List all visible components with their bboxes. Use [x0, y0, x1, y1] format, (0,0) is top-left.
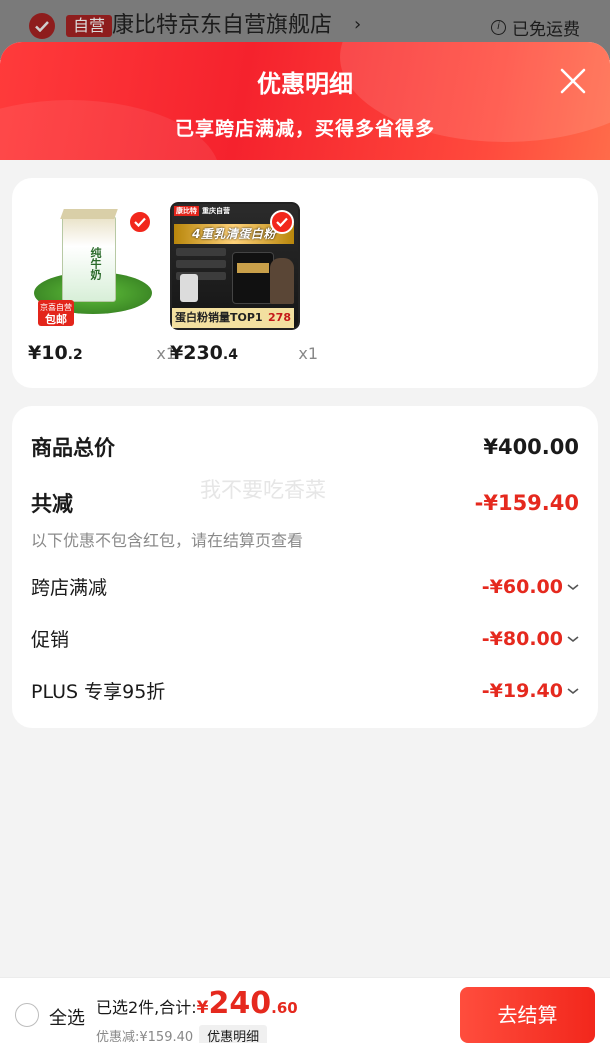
self-operated-badge: 自营	[66, 15, 113, 37]
product-price-row: ¥230.4 x1	[170, 342, 318, 364]
discount-item-value: -¥60.00	[482, 576, 579, 598]
discount-detail-sheet: 优惠明细 已享跨店满减，买得多省得多 纯牛奶 京喜自营 包邮 ¥10.2 x1 …	[0, 42, 610, 1043]
protein-sales-banner: 蛋白粉销量TOP1 278	[172, 308, 294, 328]
discount-item-label: 跨店满减	[31, 577, 108, 599]
jd-tag-line1: 京喜自营	[40, 303, 72, 312]
discount-item-label: PLUS 专享95折	[31, 681, 166, 703]
product-item[interactable]: 康比特 重庆自营 4重乳清蛋白粉 蛋白粉销量TOP1 278 ¥230.4 x1	[170, 202, 318, 364]
product-qty: x1	[298, 344, 318, 363]
product-price: ¥10.2	[28, 342, 83, 364]
product-item[interactable]: 纯牛奶 京喜自营 包邮 ¥10.2 x1	[28, 202, 176, 364]
chevron-down-icon	[567, 687, 579, 694]
discount-amount-text: 优惠减:¥159.40	[96, 1030, 194, 1043]
product-price-row: ¥10.2 x1	[28, 342, 176, 364]
total-price-label: 商品总价	[31, 436, 115, 460]
close-icon[interactable]	[560, 68, 586, 94]
total-price-value: ¥400.00	[483, 435, 579, 459]
products-card: 纯牛奶 京喜自营 包邮 ¥10.2 x1 康比特 重庆自营 4重乳清蛋白粉 蛋白…	[12, 178, 598, 388]
product-price: ¥230.4	[170, 342, 238, 364]
milk-box-label: 纯牛奶	[89, 247, 102, 280]
checkout-button[interactable]: 去结算	[460, 987, 595, 1043]
sheet-header: 优惠明细 已享跨店满减，买得多省得多	[0, 42, 610, 160]
discount-item-label: 促销	[31, 629, 70, 651]
discount-item-row[interactable]: PLUS 专享95折 -¥19.40	[31, 677, 579, 704]
jd-tag-line2: 包邮	[45, 313, 67, 326]
total-currency: ¥	[196, 998, 209, 1018]
discount-item-row[interactable]: 跨店满减 -¥60.00	[31, 573, 579, 600]
product-image-milk[interactable]: 纯牛奶 京喜自营 包邮	[28, 202, 158, 330]
total-amount-int: 240	[208, 986, 272, 1021]
selected-count-text: 已选2件,合计:	[96, 998, 197, 1017]
discount-note: 以下优惠不包含红包，请在结算页查看	[31, 531, 304, 550]
shipping-info[interactable]: i 已免运费	[491, 15, 580, 40]
total-reduce-label: 共减	[31, 492, 73, 516]
athlete-figure	[270, 258, 294, 304]
checked-icon[interactable]	[270, 210, 294, 234]
discount-item-value: -¥80.00	[482, 628, 579, 650]
discount-item-value: -¥19.40	[482, 680, 579, 702]
discount-line: 优惠减:¥159.40 优惠明细	[96, 1025, 268, 1043]
total-amount-dec: .60	[271, 999, 298, 1017]
jd-free-shipping-tag: 京喜自营 包邮	[38, 300, 74, 326]
store-name[interactable]: 康比特京东自营旗舰店	[112, 12, 332, 40]
total-reduce-value: -¥159.40	[474, 491, 579, 515]
checked-icon[interactable]	[128, 210, 152, 234]
discount-detail-button[interactable]: 优惠明细	[199, 1025, 268, 1043]
milk-carton: 纯牛奶	[60, 209, 118, 302]
chevron-right-icon[interactable]: ›	[354, 14, 361, 35]
shipping-text: 已免运费	[512, 20, 580, 40]
discount-item-row[interactable]: 促销 -¥80.00	[31, 625, 579, 652]
select-all-radio[interactable]	[15, 1003, 39, 1027]
sheet-subtitle: 已享跨店满减，买得多省得多	[174, 118, 435, 140]
sheet-title: 优惠明细	[257, 70, 353, 98]
protein-tub	[232, 252, 274, 304]
shaker-bottle	[180, 274, 198, 302]
info-icon: i	[491, 20, 506, 35]
protein-brand-line: 康比特 重庆自营	[174, 206, 230, 216]
price-summary-card: 商品总价 ¥400.00 共减 -¥159.40 以下优惠不包含红包，请在结算页…	[12, 406, 598, 728]
product-image-protein[interactable]: 康比特 重庆自营 4重乳清蛋白粉 蛋白粉销量TOP1 278	[170, 202, 300, 330]
total-reduce-row: 共减 -¥159.40	[31, 488, 579, 518]
store-check-icon[interactable]	[29, 13, 55, 39]
select-all-label[interactable]: 全选	[49, 1004, 85, 1030]
chevron-down-icon	[567, 583, 579, 590]
chevron-down-icon	[567, 635, 579, 642]
checkout-bar: 全选 已选2件,合计: ¥ 240 .60 优惠减:¥159.40 优惠明细 去…	[0, 977, 610, 1043]
total-price-row: 商品总价 ¥400.00	[31, 432, 579, 462]
total-line: 已选2件,合计: ¥ 240 .60	[96, 987, 298, 1021]
